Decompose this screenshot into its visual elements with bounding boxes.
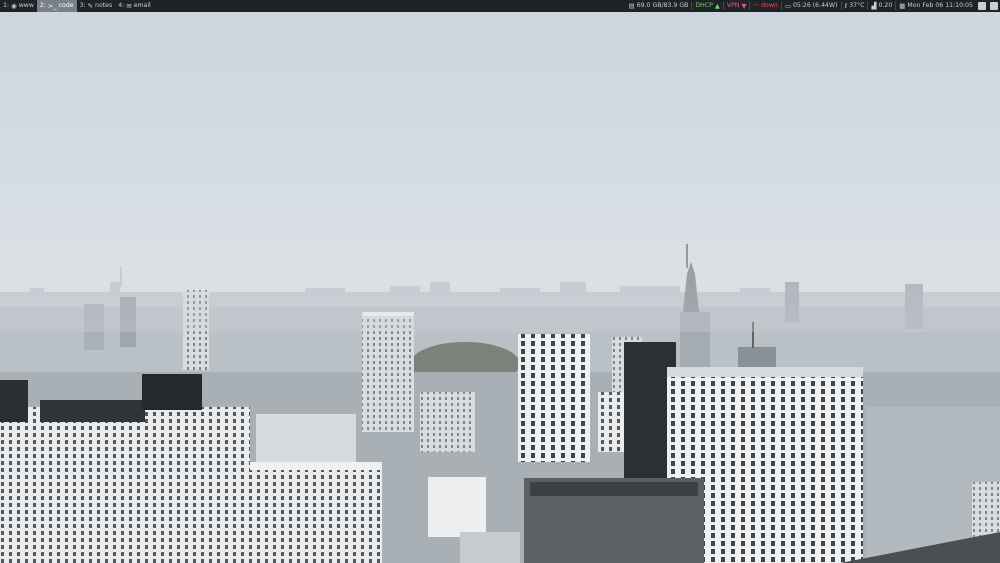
wifi-module: ◠ down — [750, 0, 780, 12]
dhcp-label: DHCP — [695, 2, 713, 9]
dhcp-module: DHCP ▲ — [692, 0, 722, 12]
vpn-module: VPN ▼ — [724, 0, 750, 12]
top-status-bar: 1: ◉ www 2: >_ code 3: ✎ notes 4: ✉ emai… — [0, 0, 1000, 12]
wifi-status: down — [761, 2, 778, 9]
workspace-label: email — [133, 2, 151, 9]
workspace-www[interactable]: 1: ◉ www — [0, 0, 37, 12]
disk-module: ▤ 69.0 GB/83.9 GB — [626, 0, 692, 12]
workspace-code[interactable]: 2: >_ code — [36, 0, 77, 12]
clock-module: ▦ Mon Feb 06 11:10:05 — [896, 0, 976, 12]
workspace-number: 1: — [3, 2, 10, 9]
battery-module: ▭ 05:26 (6.44W) — [782, 0, 841, 12]
battery-icon: ▭ — [784, 2, 791, 10]
workspace-number: 4: — [118, 2, 125, 9]
thermometer-icon: ℓ — [844, 2, 848, 10]
workspace-label: www — [18, 2, 34, 9]
date-time: Mon Feb 06 11:10:05 — [907, 2, 973, 9]
thumbs-up-icon: ▲ — [714, 2, 720, 10]
edit-icon: ✎ — [87, 2, 94, 10]
load-module: ▟ 0.20 — [868, 0, 895, 12]
wifi-icon: ◠ — [753, 2, 760, 10]
car-icon: ▟ — [871, 2, 877, 10]
vpn-label: VPN — [726, 2, 740, 9]
network-tray-icon[interactable] — [978, 2, 986, 10]
workspace-label: notes — [95, 2, 113, 9]
workspace-label: code — [58, 2, 74, 9]
workspace-number: 2: — [39, 2, 46, 9]
atmospheric-haze — [0, 242, 1000, 332]
temperature-value: 37°C — [849, 2, 865, 9]
calendar-icon: ▦ — [899, 2, 906, 10]
dropbox-tray-icon[interactable] — [990, 2, 998, 10]
workspace-number: 3: — [79, 2, 86, 9]
battery-status: 05:26 (6.44W) — [792, 2, 838, 9]
temperature-module: ℓ 37°C — [842, 0, 868, 12]
globe-icon: ◉ — [11, 2, 17, 10]
workspace-email[interactable]: 4: ✉ email — [115, 0, 154, 12]
thumbs-down-icon: ▼ — [741, 2, 747, 10]
hard-drive-icon: ▤ — [628, 2, 635, 10]
envelope-icon: ✉ — [126, 2, 132, 10]
workspace-notes[interactable]: 3: ✎ notes — [77, 0, 116, 12]
terminal-icon: >_ — [47, 2, 57, 10]
status-modules: ▤ 69.0 GB/83.9 GB DHCP ▲ VPN ▼ ◠ down ▭ … — [626, 0, 1000, 12]
workspace-list: 1: ◉ www 2: >_ code 3: ✎ notes 4: ✉ emai… — [0, 0, 154, 12]
disk-usage: 69.0 GB/83.9 GB — [636, 2, 689, 9]
load-value: 0.20 — [878, 2, 893, 9]
city-skyline-wallpaper — [0, 12, 1000, 563]
